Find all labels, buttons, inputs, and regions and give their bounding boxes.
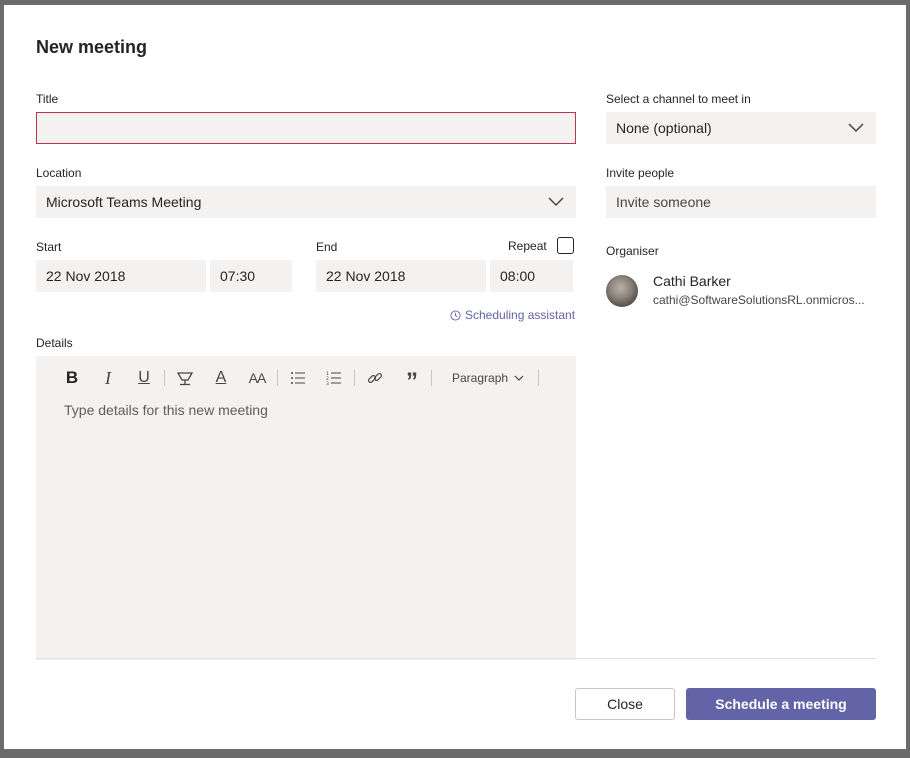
chevron-down-icon (548, 197, 564, 207)
chevron-down-icon (514, 375, 524, 381)
invite-label: Invite people (606, 166, 675, 180)
toolbar-divider (164, 370, 165, 386)
schedule-meeting-button[interactable]: Schedule a meeting (686, 688, 876, 720)
location-value: Microsoft Teams Meeting (46, 194, 202, 210)
avatar (606, 275, 638, 307)
bold-icon: B (65, 368, 79, 387)
organiser-label: Organiser (606, 244, 659, 258)
quote-icon: ” (406, 368, 418, 395)
scheduling-assistant-link[interactable]: Scheduling assistant (450, 308, 575, 322)
title-input[interactable] (36, 112, 576, 144)
bullet-list-button[interactable] (280, 366, 316, 390)
toolbar-divider (277, 370, 278, 386)
numbered-list-icon: 1 2 3 (326, 371, 341, 385)
channel-value: None (optional) (616, 120, 712, 136)
location-label: Location (36, 166, 82, 180)
close-button[interactable]: Close (575, 688, 675, 720)
location-dropdown[interactable]: Microsoft Teams Meeting (36, 186, 576, 218)
channel-label: Select a channel to meet in (606, 92, 751, 106)
font-size-icon: AA (248, 370, 267, 386)
bullet-list-icon (291, 372, 305, 384)
toolbar-divider (431, 370, 432, 386)
toolbar-divider (354, 370, 355, 386)
footer-divider (36, 658, 876, 659)
link-icon (367, 372, 383, 384)
underline-icon: U (138, 369, 150, 386)
paragraph-dropdown[interactable]: Paragraph (434, 371, 536, 385)
clock-icon (450, 309, 461, 321)
scheduling-assistant-label: Scheduling assistant (465, 308, 576, 322)
font-color-button[interactable]: A (203, 366, 239, 390)
italic-icon: I (105, 367, 111, 388)
repeat-checkbox[interactable] (557, 237, 574, 254)
new-meeting-dialog: New meeting Title Location Microsoft Tea… (4, 5, 906, 749)
font-size-button[interactable]: AA (239, 366, 275, 390)
repeat-label: Repeat (508, 239, 547, 253)
start-time-input[interactable]: 07:30 (210, 260, 292, 292)
highlighter-icon (176, 372, 194, 386)
quote-button[interactable]: ” (393, 366, 429, 395)
format-toolbar: B I U A AA 1 2 3 ” Paragraph (54, 366, 541, 395)
chevron-down-icon (848, 123, 864, 133)
channel-dropdown[interactable]: None (optional) (606, 112, 876, 144)
svg-text:3: 3 (326, 381, 329, 385)
link-button[interactable] (357, 366, 393, 390)
end-label: End (316, 240, 338, 254)
font-color-icon: A (215, 369, 227, 386)
invite-placeholder: Invite someone (616, 194, 711, 210)
organiser-name: Cathi Barker (653, 273, 731, 289)
details-label: Details (36, 336, 73, 350)
details-placeholder: Type details for this new meeting (64, 402, 268, 418)
bold-button[interactable]: B (54, 366, 90, 390)
numbered-list-button[interactable]: 1 2 3 (316, 366, 352, 390)
underline-button[interactable]: U (126, 366, 162, 390)
start-label: Start (36, 240, 62, 254)
start-date-input[interactable]: 22 Nov 2018 (36, 260, 206, 292)
invite-input[interactable]: Invite someone (606, 186, 876, 218)
paragraph-label: Paragraph (452, 371, 509, 385)
organiser-email: cathi@SoftwareSolutionsRL.onmicros... (653, 293, 865, 307)
title-label: Title (36, 92, 59, 106)
dialog-title: New meeting (36, 37, 148, 57)
details-editor[interactable]: B I U A AA 1 2 3 ” Paragraph Type detail… (36, 356, 576, 660)
highlight-button[interactable] (167, 366, 203, 390)
end-date-input[interactable]: 22 Nov 2018 (316, 260, 486, 292)
toolbar-divider (538, 370, 540, 386)
end-time-input[interactable]: 08:00 (490, 260, 573, 292)
italic-button[interactable]: I (90, 366, 126, 390)
